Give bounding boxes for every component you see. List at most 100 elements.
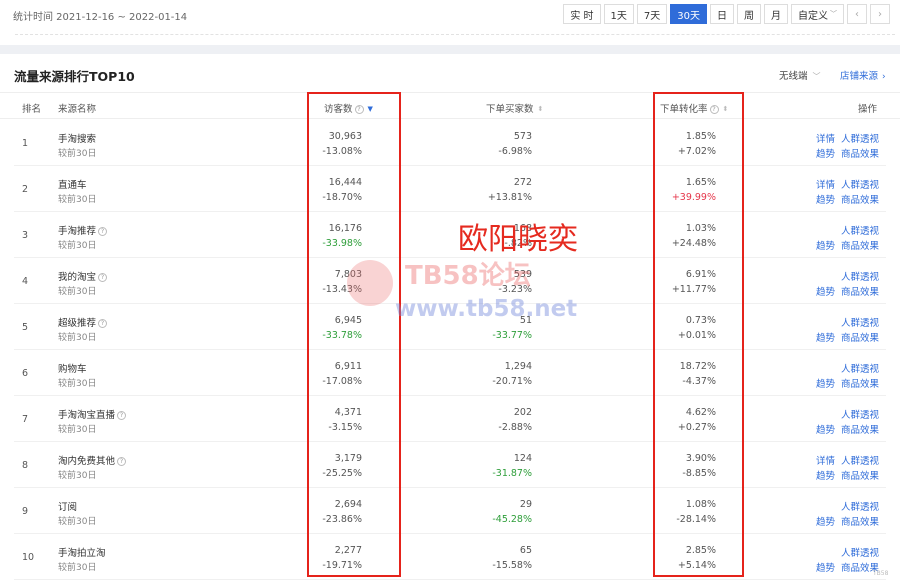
period-7day-button[interactable]: 7天: [636, 4, 668, 24]
help-icon[interactable]: ?: [98, 273, 108, 282]
crowd-insight-link[interactable]: 人群透视: [841, 407, 879, 421]
source-name-label: 购物车: [58, 364, 87, 375]
chevron-right-icon: ›: [882, 72, 886, 82]
buyers-value: 29: [519, 499, 532, 510]
source-name-label: 手淘拍立淘: [58, 548, 106, 559]
compare-period: 较前30日: [58, 379, 97, 389]
source-name-label: 超级推荐: [58, 318, 97, 329]
col-actions: 操作: [858, 104, 878, 115]
buyers-change: -45.28%: [492, 514, 532, 525]
product-effect-link[interactable]: 商品效果: [841, 284, 879, 298]
trend-link[interactable]: 趋势: [816, 238, 835, 252]
crowd-insight-link[interactable]: 人群透视: [841, 269, 879, 283]
table-row: 6 购物车 较前30日 6,911 -17.08% 1,294 -20.71% 18.72% -…: [14, 350, 886, 396]
sort-icon[interactable]: ⬍: [538, 105, 544, 113]
trend-link[interactable]: 趋势: [816, 376, 835, 390]
trend-link[interactable]: 趋势: [816, 422, 835, 436]
rank-cell: 2: [22, 184, 29, 195]
trend-link[interactable]: 趋势: [816, 192, 835, 206]
next-period-button[interactable]: ›: [870, 4, 890, 24]
product-effect-link[interactable]: 商品效果: [841, 330, 879, 344]
trend-link[interactable]: 趋势: [816, 514, 835, 528]
compare-period: 较前30日: [58, 471, 97, 481]
compare-period: 较前30日: [58, 333, 97, 343]
overlay-name: 欧阳晓奕: [458, 222, 578, 257]
compare-period: 较前30日: [58, 241, 97, 251]
product-effect-link[interactable]: 商品效果: [841, 192, 879, 206]
section-separator: [0, 45, 900, 54]
rank-cell: 1: [22, 138, 29, 149]
period-30day-button[interactable]: 30天: [670, 4, 707, 24]
crowd-insight-link[interactable]: 人群透视: [841, 315, 879, 329]
dashed-divider: [15, 34, 895, 35]
rank-cell: 4: [22, 276, 29, 287]
source-name: 我的淘宝?: [58, 269, 108, 283]
source-name: 订阅: [58, 499, 77, 513]
compare-period: 较前30日: [58, 517, 97, 527]
source-name-label: 手淘搜索: [58, 134, 97, 145]
crowd-insight-link[interactable]: 人群透视: [841, 453, 879, 467]
crowd-insight-link[interactable]: 人群透视: [841, 131, 879, 145]
table-header: 排名 来源名称 访客数? ▼ 下单买家数 ⬍ 下单转化率? ⬍ 操作: [0, 92, 900, 119]
period-selector: 实 时 1天 7天 30天 日 周 月 自定义 ﹀ ‹ ›: [563, 4, 890, 24]
help-icon[interactable]: ?: [98, 319, 108, 328]
col-rank: 排名: [22, 104, 42, 115]
trend-link[interactable]: 趋势: [816, 468, 835, 482]
watermark-text: TB58论坛: [405, 261, 531, 291]
table-row: 1 手淘搜索 较前30日 30,963 -13.08% 573 -6.98% 1.85% +7.…: [14, 120, 886, 166]
period-realtime-button[interactable]: 实 时: [563, 4, 601, 24]
product-effect-link[interactable]: 商品效果: [841, 422, 879, 436]
crowd-insight-link[interactable]: 人群透视: [841, 177, 879, 191]
trend-link[interactable]: 趋势: [816, 284, 835, 298]
rank-cell: 5: [22, 322, 29, 333]
detail-link[interactable]: 详情: [816, 177, 835, 191]
period-month-button[interactable]: 月: [764, 4, 788, 24]
buyers-change: -6.98%: [498, 146, 532, 157]
rank-cell: 6: [22, 368, 29, 379]
help-icon[interactable]: ?: [117, 411, 127, 420]
product-effect-link[interactable]: 商品效果: [841, 376, 879, 390]
period-week-button[interactable]: 周: [737, 4, 761, 24]
product-effect-link[interactable]: 商品效果: [841, 146, 879, 160]
device-select[interactable]: 无线端 ﹀: [779, 68, 821, 82]
highlight-box-visitors: [307, 92, 401, 577]
source-name: 手淘淘宝直播?: [58, 407, 127, 421]
crowd-insight-link[interactable]: 人群透视: [841, 499, 879, 513]
compare-period: 较前30日: [58, 195, 97, 205]
prev-period-button[interactable]: ‹: [847, 4, 867, 24]
crowd-insight-link[interactable]: 人群透视: [841, 545, 879, 559]
buyers-change: -33.77%: [492, 330, 532, 341]
buyers-change: -2.88%: [498, 422, 532, 433]
source-name-label: 手淘推荐: [58, 226, 97, 237]
detail-link[interactable]: 详情: [816, 131, 835, 145]
product-effect-link[interactable]: 商品效果: [841, 238, 879, 252]
highlight-box-conversion: [653, 92, 744, 577]
period-custom-label: 自定义: [798, 10, 828, 22]
watermark-logo: [347, 260, 393, 306]
source-name-label: 手淘淘宝直播: [58, 410, 116, 421]
period-1day-button[interactable]: 1天: [603, 4, 634, 24]
col-buyers[interactable]: 下单买家数 ⬍: [486, 101, 543, 115]
crowd-insight-link[interactable]: 人群透视: [841, 223, 879, 237]
rank-cell: 7: [22, 414, 29, 425]
compare-period: 较前30日: [58, 287, 97, 297]
detail-link[interactable]: 详情: [816, 453, 835, 467]
device-select-label: 无线端: [779, 71, 808, 82]
trend-link[interactable]: 趋势: [816, 560, 835, 574]
help-icon[interactable]: ?: [98, 227, 108, 236]
product-effect-link[interactable]: 商品效果: [841, 514, 879, 528]
crowd-insight-link[interactable]: 人群透视: [841, 361, 879, 375]
buyers-value: 124: [513, 453, 532, 464]
rank-cell: 10: [22, 552, 35, 563]
shop-source-link[interactable]: 店铺来源 ›: [840, 68, 886, 82]
product-effect-link[interactable]: 商品效果: [841, 468, 879, 482]
buyers-change: +13.81%: [487, 192, 532, 203]
source-name: 手淘搜索: [58, 131, 96, 145]
source-name: 淘内免费其他?: [58, 453, 127, 467]
help-icon[interactable]: ?: [117, 457, 127, 466]
trend-link[interactable]: 趋势: [816, 330, 835, 344]
period-custom-button[interactable]: 自定义 ﹀: [791, 4, 844, 24]
trend-link[interactable]: 趋势: [816, 146, 835, 160]
period-day-button[interactable]: 日: [710, 4, 734, 24]
buyers-value: 202: [513, 407, 532, 418]
